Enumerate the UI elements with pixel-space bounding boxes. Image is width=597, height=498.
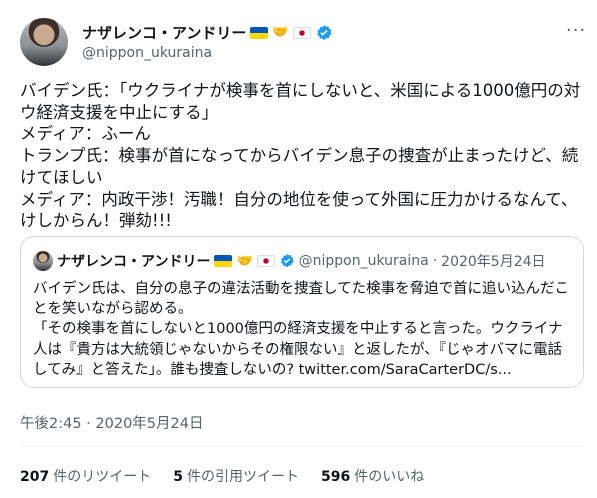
quoted-avatar — [33, 251, 53, 271]
author-row: ナザレンコ・アンドリー 🤝 — [82, 22, 333, 43]
quotes-count: 5 — [173, 469, 183, 485]
quoted-author-row: ナザレンコ・アンドリー 🤝 @nippon_ukuraina · 2020年5月… — [33, 251, 546, 271]
likes-count: 596 — [320, 469, 351, 485]
quotes-stat[interactable]: 5 件の引用ツイート — [173, 466, 299, 486]
engagement-stats: 207 件のリツイート 5 件の引用ツイート 596 件のいいね — [20, 466, 424, 486]
retweets-stat[interactable]: 207 件のリツイート — [20, 466, 151, 486]
quoted-date: 2020年5月24日 — [441, 254, 546, 270]
ukraine-flag-icon — [214, 255, 233, 267]
quoted-text: バイデン氏は、自分の息子の違法活動を捜査してた検事を脅迫で首に追い込んだことを笑… — [33, 279, 573, 380]
quoted-line: バイデン氏は、自分の息子の違法活動を捜査してた検事を脅迫で首に追い込んだことを笑… — [33, 281, 570, 318]
tweet-line: メディア：内政干渉！汚職！自分の地位を使って外国に圧力かけるなんて、けしからん！… — [20, 189, 578, 231]
handshake-icon: 🤝 — [236, 253, 253, 269]
tweet-line: メディア：ふーん — [20, 124, 151, 144]
verified-badge-icon — [279, 253, 295, 269]
more-horizontal-icon[interactable]: ··· — [566, 22, 586, 40]
quotes-label: 件の引用ツイート — [186, 469, 299, 485]
japan-flag-icon — [292, 26, 311, 39]
quoted-author-name: ナザレンコ・アンドリー — [57, 254, 211, 270]
likes-stat[interactable]: 596 件のいいね — [321, 466, 424, 486]
quoted-separator: · — [432, 253, 438, 269]
tweet-line: トランプ氏：検事が首になってからバイデン息子の捜査が止まったけど、続けてほしい — [20, 146, 579, 187]
avatar[interactable] — [20, 18, 68, 66]
tweet-timestamp[interactable]: 午後2:45 · 2020年5月24日 — [20, 412, 203, 433]
ukraine-flag-icon — [250, 26, 269, 39]
tweet-text: バイデン氏：「ウクライナが検事を首にしないと、米国による1000億円の対ウ経済支… — [20, 80, 590, 232]
handshake-icon: 🤝 — [272, 25, 289, 40]
author-name[interactable]: ナザレンコ・アンドリー — [82, 22, 246, 43]
quoted-line: 「その検事を首にしないと1000億円の経済支援を中止すると言った。ウクライナ人は… — [33, 321, 563, 378]
quoted-author-handle: @nippon_ukuraina — [298, 253, 429, 269]
quoted-tweet[interactable]: ナザレンコ・アンドリー 🤝 @nippon_ukuraina · 2020年5月… — [20, 236, 584, 388]
verified-badge-icon — [315, 24, 333, 42]
likes-label: 件のいいね — [354, 469, 425, 485]
retweets-label: 件のリツイート — [53, 469, 152, 485]
author-handle[interactable]: @nippon_ukuraina — [82, 45, 212, 61]
divider — [20, 446, 584, 447]
tweet-line: バイデン氏：「ウクライナが検事を首にしないと、米国による1000億円の対ウ経済支… — [20, 81, 581, 122]
retweets-count: 207 — [20, 469, 50, 485]
japan-flag-icon — [256, 255, 275, 267]
